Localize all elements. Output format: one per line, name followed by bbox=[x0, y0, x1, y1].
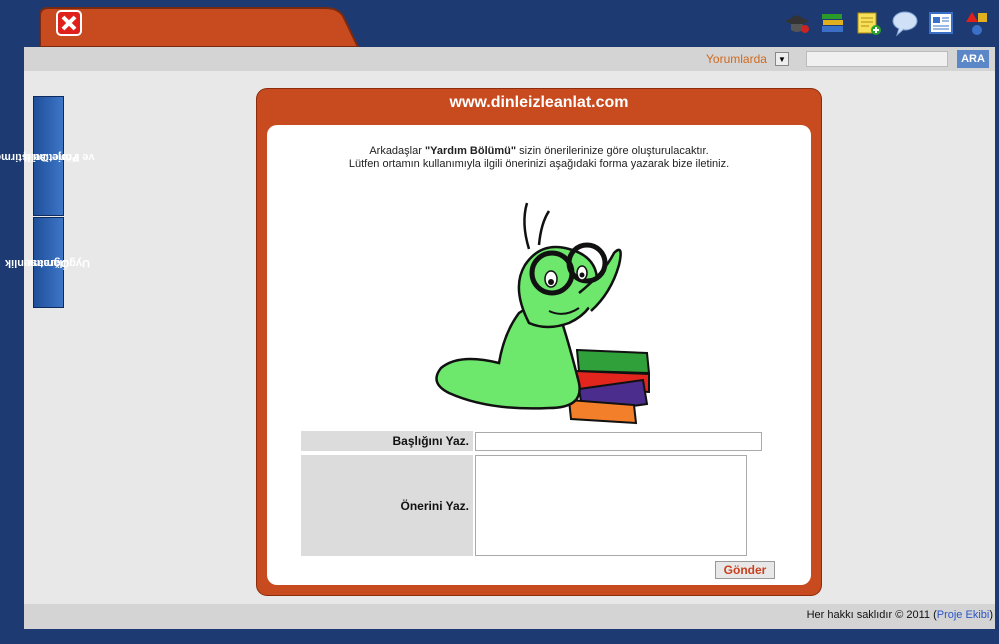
card-body: Arkadaşlar "Yardım Bölümü" sizin önerile… bbox=[267, 125, 811, 585]
title-label: Başlığını Yaz. bbox=[392, 434, 469, 448]
close-icon[interactable] bbox=[56, 9, 219, 37]
books-icon[interactable] bbox=[819, 9, 847, 37]
suggestion-label: Önerini Yaz. bbox=[400, 498, 469, 513]
toolbar-tab: ? bbox=[40, 6, 370, 47]
intro-text: Arkadaşlar "Yardım Bölümü" sizin önerile… bbox=[348, 145, 730, 170]
card-title: www.dinleizleanlat.com bbox=[449, 94, 629, 111]
footer: Her hakkı saklıdır © 2011 (Proje Ekibi) bbox=[24, 604, 995, 629]
notes-add-icon[interactable] bbox=[855, 9, 883, 37]
sidebar-item-label: Uygulaması bbox=[28, 257, 91, 269]
shapes-icon[interactable] bbox=[963, 9, 991, 37]
team-link[interactable]: Proje Ekibi bbox=[937, 609, 990, 621]
search-input[interactable] bbox=[806, 51, 948, 67]
title-input[interactable] bbox=[475, 432, 762, 451]
suggestion-card: www.dinleizleanlat.com Arkadaşlar "Yardı… bbox=[257, 89, 821, 595]
print-icon[interactable] bbox=[57, 9, 185, 37]
search-bar: Yorumlarda ▼ ARA bbox=[24, 47, 995, 71]
chevron-down-icon[interactable]: ▼ bbox=[774, 52, 789, 66]
submit-button[interactable]: Gönder bbox=[715, 561, 775, 579]
bookworm-illustration bbox=[429, 193, 659, 430]
title-label-cell: Başlığını Yaz. bbox=[301, 431, 473, 451]
search-scope-select[interactable]: Yorumlarda ▼ bbox=[706, 52, 789, 66]
search-button[interactable]: ARA bbox=[957, 50, 989, 68]
news-icon[interactable] bbox=[927, 9, 955, 37]
help-icon[interactable]: ? bbox=[56, 9, 117, 37]
top-toolbar: ? bbox=[0, 0, 999, 47]
search-scope-label: Yorumlarda bbox=[706, 52, 767, 66]
graduation-icon[interactable] bbox=[783, 9, 811, 37]
copyright-text: Her hakkı saklıdır © 2011 (Proje Ekibi) bbox=[806, 609, 993, 621]
sidebar-item-ogretmenlik[interactable]: Öğretmenlik Uygulaması bbox=[5, 217, 90, 308]
sidebar-item-label: ve Yönetimi II bbox=[24, 150, 95, 163]
suggestion-label-cell: Önerini Yaz. bbox=[301, 455, 473, 556]
profile-icon[interactable] bbox=[57, 9, 151, 37]
sidebar-item-proje[interactable]: Proje Geliştirme ve Yönetimi II bbox=[0, 96, 95, 216]
suggestion-textarea[interactable] bbox=[475, 455, 747, 556]
chat-bubble-icon[interactable] bbox=[891, 9, 919, 37]
